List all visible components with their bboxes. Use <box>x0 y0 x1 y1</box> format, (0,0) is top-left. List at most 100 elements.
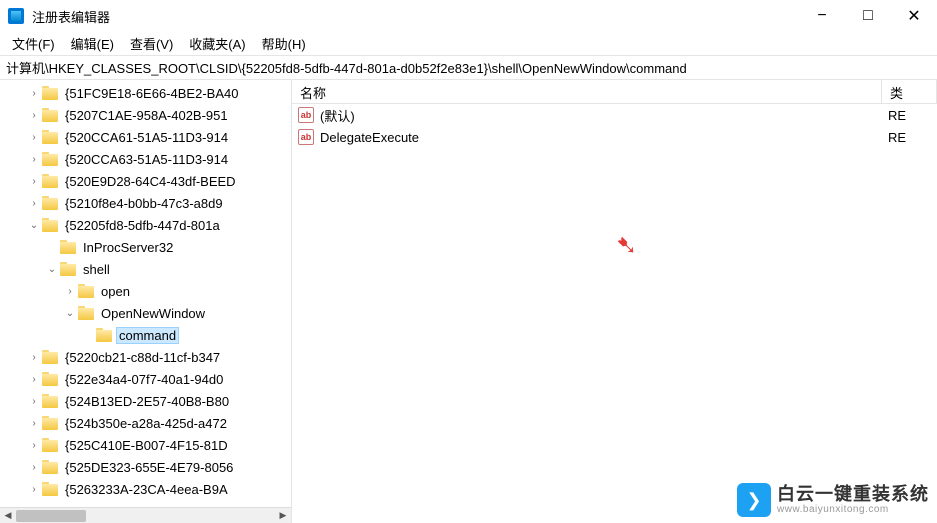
expand-icon[interactable]: › <box>26 374 42 385</box>
folder-icon <box>42 130 58 144</box>
expand-icon[interactable]: › <box>26 198 42 209</box>
column-type[interactable]: 类 <box>882 80 937 103</box>
title-bar: 注册表编辑器 − □ ✕ <box>0 0 937 32</box>
tree-item-label: {52205fd8-5dfb-447d-801a <box>62 218 223 233</box>
folder-icon <box>42 152 58 166</box>
expand-icon[interactable]: › <box>26 132 42 143</box>
tree-item[interactable]: › {525C410E-B007-4F15-81D <box>0 434 291 456</box>
value-type: RE <box>888 108 906 123</box>
value-type: RE <box>888 130 906 145</box>
tree-item[interactable]: › {525DE323-655E-4E79-8056 <box>0 456 291 478</box>
tree-item-selected[interactable]: ›command <box>0 324 291 346</box>
watermark-text: 白云一键重装系统 <box>777 485 929 505</box>
folder-icon <box>78 306 94 320</box>
tree-item[interactable]: › {520CCA61-51A5-11D3-914 <box>0 126 291 148</box>
tree-item[interactable]: ›{5210f8e4-b0bb-47c3-a8d9 <box>0 192 291 214</box>
folder-icon <box>42 350 58 364</box>
tree-item[interactable]: ›InProcServer32 <box>0 236 291 258</box>
tree-item[interactable]: › {524b350e-a28a-425d-a472 <box>0 412 291 434</box>
tree-item[interactable]: ⌄ OpenNewWindow <box>0 302 291 324</box>
tree-item-label: {520CCA61-51A5-11D3-914 <box>62 130 231 145</box>
collapse-icon[interactable]: ⌄ <box>26 220 42 231</box>
tree-item-label: {522e34a4-07f7-40a1-94d0 <box>62 372 226 387</box>
menu-help[interactable]: 帮助(H) <box>254 32 314 55</box>
tree-item[interactable]: › {524B13ED-2E57-40B8-B80 <box>0 390 291 412</box>
collapse-icon[interactable]: ⌄ <box>62 308 78 319</box>
scroll-left-button[interactable]: ◀ <box>0 508 16 523</box>
list-pane: 名称 类 ab(默认)RE ab DelegateExecuteRE ➸ <box>292 80 937 523</box>
folder-icon <box>42 482 58 496</box>
tree-item-label: shell <box>80 262 113 277</box>
scroll-thumb[interactable] <box>16 510 86 522</box>
folder-icon <box>60 240 76 254</box>
window-title: 注册表编辑器 <box>32 7 110 26</box>
tree-item-label: {520E9D28-64C4-43df-BEED <box>62 174 239 189</box>
string-value-icon: ab <box>298 129 314 145</box>
folder-icon <box>96 328 112 342</box>
expand-icon[interactable]: › <box>26 484 42 495</box>
tree-item-label: InProcServer32 <box>80 240 176 255</box>
list-header: 名称 类 <box>292 80 937 104</box>
expand-icon[interactable]: › <box>26 462 42 473</box>
folder-icon <box>42 196 58 210</box>
maximize-button[interactable]: □ <box>845 0 891 32</box>
expand-icon[interactable]: › <box>26 440 42 451</box>
tree-item-label: {5207C1AE-958A-402B-951 <box>62 108 231 123</box>
value-name: DelegateExecute <box>320 130 888 145</box>
tree-item-label: {525DE323-655E-4E79-8056 <box>62 460 236 475</box>
expand-icon[interactable]: › <box>26 352 42 363</box>
tree-item-label: {5220cb21-c88d-11cf-b347 <box>62 350 223 365</box>
folder-icon <box>42 174 58 188</box>
tree-pane: › {51FC9E18-6E66-4BE2-BA40 › {5207C1AE-958A… <box>0 80 292 523</box>
list-row[interactable]: ab DelegateExecuteRE <box>292 126 937 148</box>
tree-item-label: OpenNewWindow <box>98 306 208 321</box>
expand-icon[interactable]: › <box>26 154 42 165</box>
expand-icon[interactable]: › <box>26 88 42 99</box>
menu-edit[interactable]: 编辑(E) <box>63 32 122 55</box>
tree-item[interactable]: › {520E9D28-64C4-43df-BEED <box>0 170 291 192</box>
minimize-button[interactable]: − <box>799 0 845 32</box>
folder-icon <box>78 284 94 298</box>
tree-item-label: {5263233A-23CA-4eea-B9A <box>62 482 231 497</box>
folder-icon <box>42 372 58 386</box>
tree-item[interactable]: › {51FC9E18-6E66-4BE2-BA40 <box>0 82 291 104</box>
scroll-right-button[interactable]: ▶ <box>275 508 291 523</box>
tree-item[interactable]: › {5207C1AE-958A-402B-951 <box>0 104 291 126</box>
tree-item-label: {524b350e-a28a-425d-a472 <box>62 416 230 431</box>
annotation-arrow-icon: ➸ <box>608 227 645 264</box>
tree-item[interactable]: › {522e34a4-07f7-40a1-94d0 <box>0 368 291 390</box>
tree-item-label: {51FC9E18-6E66-4BE2-BA40 <box>62 86 241 101</box>
tree-item-label: command <box>116 327 179 344</box>
tree-item[interactable]: ›{520CCA63-51A5-11D3-914 <box>0 148 291 170</box>
tree-item-label: {524B13ED-2E57-40B8-B80 <box>62 394 232 409</box>
expand-icon[interactable]: › <box>62 286 78 297</box>
expand-icon[interactable]: › <box>26 176 42 187</box>
app-icon <box>8 8 24 24</box>
tree-hscrollbar[interactable]: ◀ ▶ <box>0 507 291 523</box>
tree-item[interactable]: › {5220cb21-c88d-11cf-b347 <box>0 346 291 368</box>
tree-item-label: {525C410E-B007-4F15-81D <box>62 438 231 453</box>
expand-icon[interactable]: › <box>26 396 42 407</box>
close-button[interactable]: ✕ <box>891 0 937 32</box>
tree-item[interactable]: ⌄ {52205fd8-5dfb-447d-801a <box>0 214 291 236</box>
folder-icon <box>60 262 76 276</box>
tree-item[interactable]: › open <box>0 280 291 302</box>
watermark-bird-icon: ❯ <box>737 483 771 517</box>
list-row[interactable]: ab(默认)RE <box>292 104 937 126</box>
tree-item-label: open <box>98 284 133 299</box>
address-bar[interactable]: 计算机\HKEY_CLASSES_ROOT\CLSID\{52205fd8-5d… <box>0 56 937 80</box>
menu-file[interactable]: 文件(F) <box>4 32 63 55</box>
address-path: 计算机\HKEY_CLASSES_ROOT\CLSID\{52205fd8-5d… <box>6 58 687 77</box>
folder-icon <box>42 460 58 474</box>
menu-view[interactable]: 查看(V) <box>122 32 181 55</box>
expand-icon[interactable]: › <box>26 110 42 121</box>
folder-icon <box>42 416 58 430</box>
column-name[interactable]: 名称 <box>292 80 882 103</box>
tree-item[interactable]: ⌄ shell <box>0 258 291 280</box>
folder-icon <box>42 108 58 122</box>
folder-icon <box>42 86 58 100</box>
expand-icon[interactable]: › <box>26 418 42 429</box>
menu-favorites[interactable]: 收藏夹(A) <box>181 32 253 55</box>
tree-item[interactable]: › {5263233A-23CA-4eea-B9A <box>0 478 291 500</box>
collapse-icon[interactable]: ⌄ <box>44 264 60 275</box>
